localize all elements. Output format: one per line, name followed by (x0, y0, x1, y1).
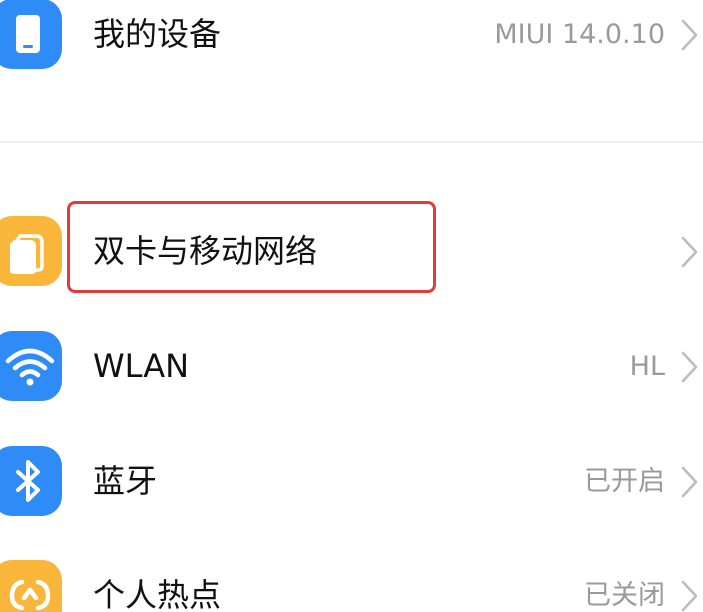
section-divider (0, 141, 703, 143)
chevron-right-icon (681, 19, 698, 51)
hotspot-icon (0, 560, 62, 612)
settings-item-label: 个人热点 (93, 576, 222, 612)
sim-card-icon (0, 216, 62, 286)
chevron-right-icon (681, 236, 698, 268)
settings-item-label: 我的设备 (93, 15, 222, 53)
settings-item-bluetooth[interactable]: 蓝牙 已开启 (0, 441, 703, 521)
chevron-right-icon (681, 580, 698, 612)
chevron-right-icon (681, 466, 698, 498)
settings-item-label: 蓝牙 (93, 462, 158, 500)
settings-item-my-device[interactable]: 我的设备 MIUI 14.0.10 (0, 0, 703, 74)
settings-item-hotspot[interactable]: 个人热点 已关闭 (0, 555, 703, 612)
bluetooth-icon (0, 446, 62, 516)
settings-item-label: WLAN (93, 347, 190, 385)
settings-item-value: HL (629, 351, 665, 382)
settings-item-value: MIUI 14.0.10 (494, 19, 665, 50)
highlight-annotation-box (67, 201, 436, 293)
phone-icon (0, 0, 62, 69)
wifi-icon (0, 331, 62, 401)
settings-item-value: 已关闭 (584, 580, 665, 611)
settings-item-wlan[interactable]: WLAN HL (0, 326, 703, 406)
settings-screen: 我的设备 MIUI 14.0.10 双卡与移动网络 WLAN HL 蓝牙 已开启… (0, 0, 703, 612)
settings-item-value: 已开启 (584, 466, 665, 497)
chevron-right-icon (681, 351, 698, 383)
